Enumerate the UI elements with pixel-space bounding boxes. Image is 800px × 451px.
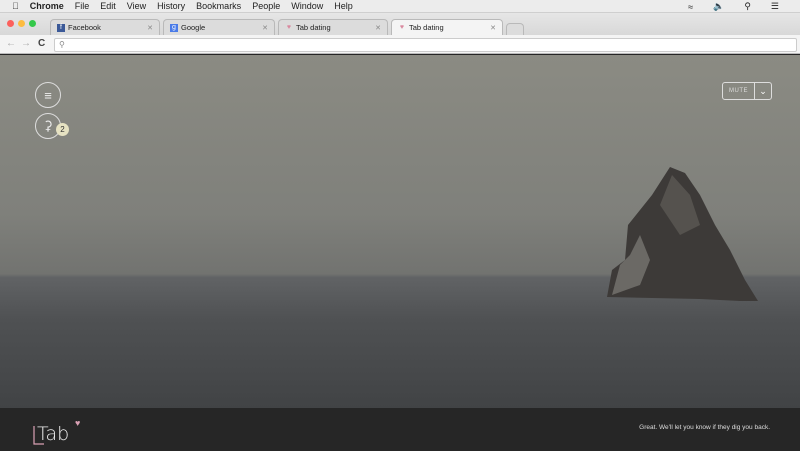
notification-badge: 2 xyxy=(56,123,69,136)
new-tab-button[interactable] xyxy=(506,23,524,35)
close-tab-icon[interactable]: ✕ xyxy=(375,24,381,32)
forward-icon[interactable]: → xyxy=(21,38,31,49)
menu-button[interactable]: ≡ xyxy=(35,82,61,108)
spotlight-icon[interactable]: ⚲ xyxy=(744,1,751,12)
hamburger-icon: ≡ xyxy=(44,87,52,103)
background-photo: ≡ ⚳ 2 MUTE ⌄ xyxy=(0,55,800,408)
zoom-window-button[interactable] xyxy=(29,20,36,27)
apple-icon[interactable]:  xyxy=(12,1,19,11)
menu-app[interactable]: Chrome xyxy=(30,1,64,11)
tab-facebook[interactable]: f Facebook ✕ xyxy=(50,19,160,35)
tab-title: Facebook xyxy=(68,23,101,32)
wifi-icon[interactable]: ≈ xyxy=(688,2,693,12)
bell-icon: ⚳ xyxy=(43,118,53,133)
heart-icon: ♥ xyxy=(399,23,405,31)
reload-icon[interactable]: C xyxy=(38,38,45,49)
close-tab-icon[interactable]: ✕ xyxy=(262,24,268,32)
close-tab-icon[interactable]: ✕ xyxy=(147,24,153,32)
logo-text: Tab xyxy=(37,423,69,445)
heart-icon: ♥ xyxy=(286,23,292,31)
close-tab-icon[interactable]: ✕ xyxy=(490,24,496,32)
tab-title: Tab dating xyxy=(296,23,331,32)
status-message: Great. We'll let you know if they dig yo… xyxy=(639,424,770,431)
notification-center-icon[interactable]: ☰ xyxy=(771,1,779,12)
google-icon: g xyxy=(170,23,178,32)
minimize-window-button[interactable] xyxy=(18,20,25,27)
volume-icon[interactable]: 🔈 xyxy=(713,1,724,12)
sea-rock-image xyxy=(607,167,758,301)
menu-window[interactable]: Window xyxy=(291,1,323,11)
address-bar[interactable]: ⚲ xyxy=(54,38,797,52)
menu-file[interactable]: File xyxy=(75,1,90,11)
tab-title: Tab dating xyxy=(409,23,444,32)
window-controls xyxy=(7,20,36,27)
mute-button[interactable]: MUTE xyxy=(723,83,754,99)
mute-control: MUTE ⌄ xyxy=(722,82,772,100)
search-icon: ⚲ xyxy=(59,40,65,49)
facebook-icon: f xyxy=(57,23,65,32)
close-window-button[interactable] xyxy=(7,20,14,27)
chevron-down-icon[interactable]: ⌄ xyxy=(754,83,771,99)
tab-google[interactable]: g Google ✕ xyxy=(163,19,275,35)
tab-tab-dating[interactable]: ♥ Tab dating ✕ xyxy=(278,19,388,35)
menu-people[interactable]: People xyxy=(252,1,280,11)
logo-mark: Tab ♥ xyxy=(33,418,80,445)
browser-toolbar: ← → C ⚲ xyxy=(0,35,800,54)
tab-tab-dating-active[interactable]: ♥ Tab dating ✕ xyxy=(391,19,503,35)
tab-strip: f Facebook ✕ g Google ✕ ♥ Tab dating ✕ ♥ Ta… xyxy=(0,13,800,35)
back-icon[interactable]: ← xyxy=(6,38,16,49)
menu-edit[interactable]: Edit xyxy=(100,1,116,11)
tab-logo[interactable]: Tab ♥ xyxy=(30,414,90,446)
menu-view[interactable]: View xyxy=(127,1,146,11)
heart-icon: ♥ xyxy=(75,418,80,428)
tab-title: Google xyxy=(181,23,206,32)
menu-help[interactable]: Help xyxy=(334,1,353,11)
footer: Tab ♥ Great. We'll let you know if they … xyxy=(0,408,800,449)
menu-bookmarks[interactable]: Bookmarks xyxy=(196,1,241,11)
mac-menubar:  Chrome File Edit View History Bookmark… xyxy=(0,0,800,13)
menu-history[interactable]: History xyxy=(157,1,185,11)
